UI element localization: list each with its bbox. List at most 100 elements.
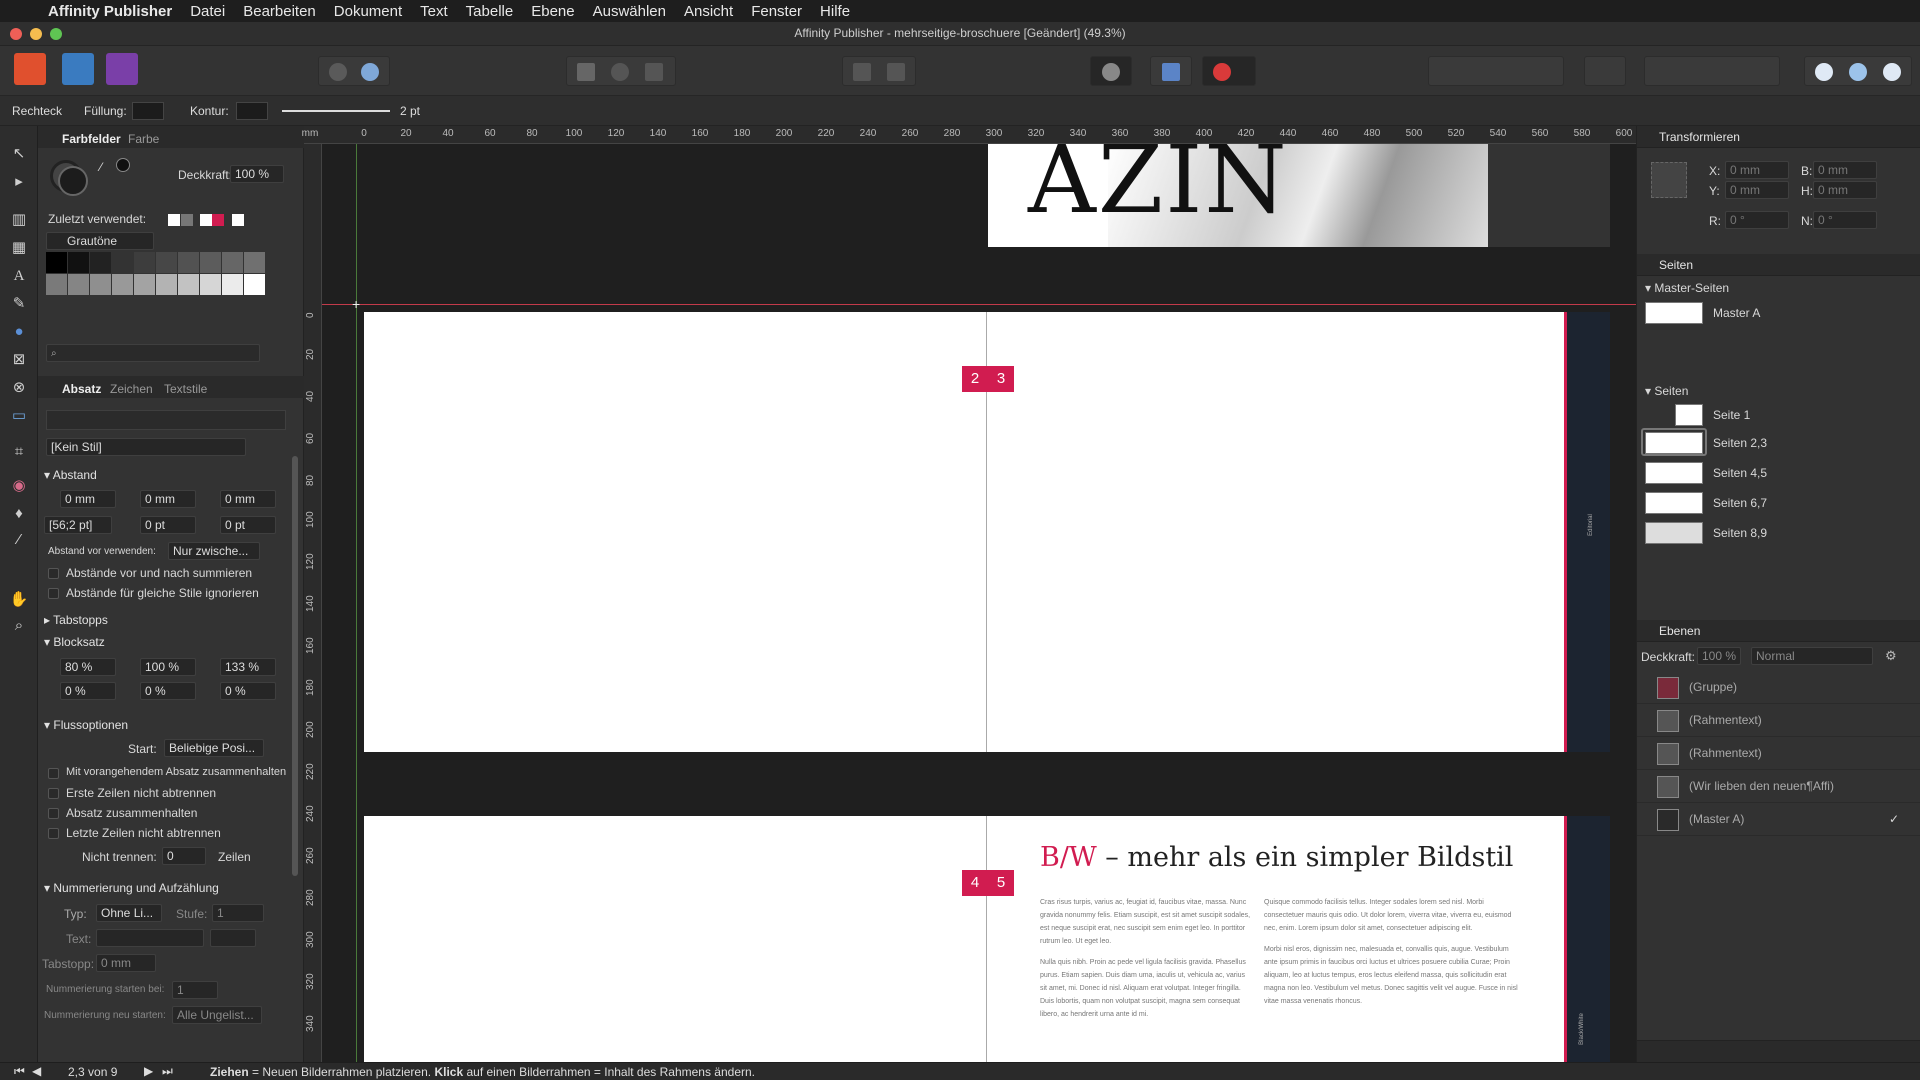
- menu-tabelle[interactable]: Tabelle: [457, 3, 523, 20]
- palette-select[interactable]: Grautöne: [46, 232, 154, 250]
- layer-row[interactable]: (Wir lieben den neuen¶Affi): [1637, 771, 1920, 803]
- shape-tool-icon[interactable]: ●: [9, 322, 29, 342]
- swatch[interactable]: [112, 274, 133, 295]
- flow-start-select[interactable]: Beliebige Posi...: [164, 739, 264, 757]
- text-field[interactable]: [96, 929, 204, 947]
- menu-auswaehlen[interactable]: Auswählen: [584, 3, 675, 20]
- table-tool-icon[interactable]: ▦: [9, 238, 29, 258]
- node-tool-icon[interactable]: ▸: [9, 172, 29, 192]
- zoom-tool-icon[interactable]: ⌕: [9, 616, 29, 636]
- tab-swatches[interactable]: Farbfelder: [62, 132, 121, 146]
- swatch[interactable]: [178, 274, 199, 295]
- apple-icon[interactable]: [18, 2, 36, 20]
- indent-right-field[interactable]: 0 mm: [140, 490, 196, 508]
- export-icon[interactable]: [329, 63, 347, 81]
- menu-hilfe[interactable]: Hilfe: [811, 3, 859, 20]
- menu-app[interactable]: Affinity Publisher: [42, 3, 181, 20]
- recent-swatch-2[interactable]: [181, 214, 193, 226]
- align-button[interactable]: [1584, 56, 1626, 86]
- section-tabs[interactable]: ▸ Tabstopps: [44, 613, 108, 627]
- recent-swatch-4[interactable]: [212, 214, 224, 226]
- leading-field[interactable]: [56;2 pt]: [44, 516, 112, 534]
- swatch[interactable]: [244, 252, 265, 273]
- publisher-persona-icon[interactable]: [14, 53, 46, 85]
- text-frame-tool-icon[interactable]: ▥: [9, 210, 29, 230]
- master-section[interactable]: ▾ Master-Seiten: [1645, 281, 1729, 295]
- swatch[interactable]: [68, 274, 89, 295]
- panel-scrollbar[interactable]: [292, 456, 298, 876]
- layer-row[interactable]: (Master A) ✓: [1637, 804, 1920, 836]
- ellipse-frame-tool-icon[interactable]: ⊗: [9, 378, 29, 398]
- menu-ansicht[interactable]: Ansicht: [675, 3, 742, 20]
- swatch[interactable]: [200, 274, 221, 295]
- stroke-swatch[interactable]: [236, 102, 268, 120]
- section-spacing[interactable]: ▾ Abstand: [44, 468, 97, 482]
- pages-4-5-thumbnail[interactable]: [1645, 462, 1703, 484]
- x-field[interactable]: 0 mm: [1725, 161, 1789, 179]
- swatch[interactable]: [68, 252, 89, 273]
- color-picker-tool-icon[interactable]: ⁄: [9, 530, 29, 550]
- tab-text-styles[interactable]: Textstile: [164, 382, 207, 396]
- photo-persona-icon[interactable]: [106, 53, 138, 85]
- sum-spacing-checkbox[interactable]: [48, 568, 59, 579]
- menu-text[interactable]: Text: [411, 3, 457, 20]
- word-min-field[interactable]: 0 %: [60, 682, 116, 700]
- guide-line[interactable]: [322, 304, 1636, 305]
- swatch[interactable]: [134, 252, 155, 273]
- master-a-thumbnail[interactable]: [1645, 302, 1703, 324]
- cover-page[interactable]: AZIN: [988, 144, 1610, 247]
- picture-frame-tool-icon[interactable]: ⊠: [9, 350, 29, 370]
- page-1-label[interactable]: Seite 1: [1713, 408, 1750, 422]
- word-spacing-field[interactable]: 80 %: [60, 658, 116, 676]
- no-first-checkbox[interactable]: [48, 788, 59, 799]
- page-indicator[interactable]: 2,3 von 9: [68, 1065, 117, 1079]
- tab-stop-field[interactable]: 0 mm: [96, 954, 156, 972]
- menu-ebene[interactable]: Ebene: [522, 3, 583, 20]
- menu-datei[interactable]: Datei: [181, 3, 234, 20]
- pages-2-3-thumbnail[interactable]: [1645, 432, 1703, 454]
- first-page-button[interactable]: ⏮: [14, 1064, 25, 1079]
- swatch[interactable]: [222, 274, 243, 295]
- shear-field[interactable]: 0 °: [1813, 211, 1877, 229]
- hand-tool-icon[interactable]: ✋: [9, 590, 29, 610]
- recent-swatch-5[interactable]: [232, 214, 244, 226]
- alignment-buttons[interactable]: [46, 410, 286, 430]
- eyedropper-icon[interactable]: ⁄: [100, 160, 112, 174]
- layer-row[interactable]: (Rahmentext): [1637, 738, 1920, 770]
- menu-fenster[interactable]: Fenster: [742, 3, 811, 20]
- horizontal-ruler[interactable]: mm 0 20 40 60 80 100 120 140 160 180 200…: [302, 126, 1636, 144]
- swatch[interactable]: [112, 252, 133, 273]
- pages-2-3-label[interactable]: Seiten 2,3: [1713, 436, 1767, 450]
- swatch[interactable]: [200, 252, 221, 273]
- preview-button[interactable]: [1090, 56, 1132, 86]
- swatch[interactable]: [46, 252, 67, 273]
- last-page-button[interactable]: ⏭: [162, 1064, 173, 1079]
- layer-row[interactable]: (Gruppe): [1637, 672, 1920, 704]
- layer-opacity-field[interactable]: 100 %: [1697, 647, 1741, 665]
- indent-left-field[interactable]: 0 mm: [60, 490, 116, 508]
- next-page-button[interactable]: ▶: [144, 1064, 153, 1078]
- section-numbering[interactable]: ▾ Nummerierung und Aufzählung: [44, 881, 219, 895]
- paragraph-style-select[interactable]: [Kein Stil]: [46, 438, 246, 456]
- vertical-ruler[interactable]: 0 20 40 60 80 100 120 140 160 180 200 22…: [304, 144, 322, 1062]
- space-after-field[interactable]: 0 pt: [220, 516, 276, 534]
- layer-row[interactable]: (Rahmentext): [1637, 705, 1920, 737]
- swatch[interactable]: [156, 252, 177, 273]
- numbering-restart-select[interactable]: Alle Ungelist...: [172, 1006, 262, 1024]
- type-select[interactable]: Ohne Li...: [96, 904, 162, 922]
- blend-mode-select[interactable]: Normal: [1751, 647, 1873, 665]
- text-options-button[interactable]: [210, 929, 256, 947]
- numbering-start-field[interactable]: 1: [172, 981, 218, 999]
- prev-page-button[interactable]: ◀: [32, 1064, 41, 1078]
- rotation-field[interactable]: 0 °: [1725, 211, 1789, 229]
- black-color-icon[interactable]: [116, 158, 130, 172]
- tab-paragraph[interactable]: Absatz: [62, 382, 101, 396]
- section-justify[interactable]: ▾ Blocksatz: [44, 635, 105, 649]
- intersect-icon[interactable]: [1883, 63, 1901, 81]
- brush-tool-icon[interactable]: ♦: [9, 504, 29, 524]
- artistic-text-tool-icon[interactable]: A: [9, 266, 29, 286]
- swatch[interactable]: [90, 252, 111, 273]
- subtract-icon[interactable]: [1849, 63, 1867, 81]
- menu-bearbeiten[interactable]: Bearbeiten: [234, 3, 325, 20]
- pen-tool-icon[interactable]: ✎: [9, 294, 29, 314]
